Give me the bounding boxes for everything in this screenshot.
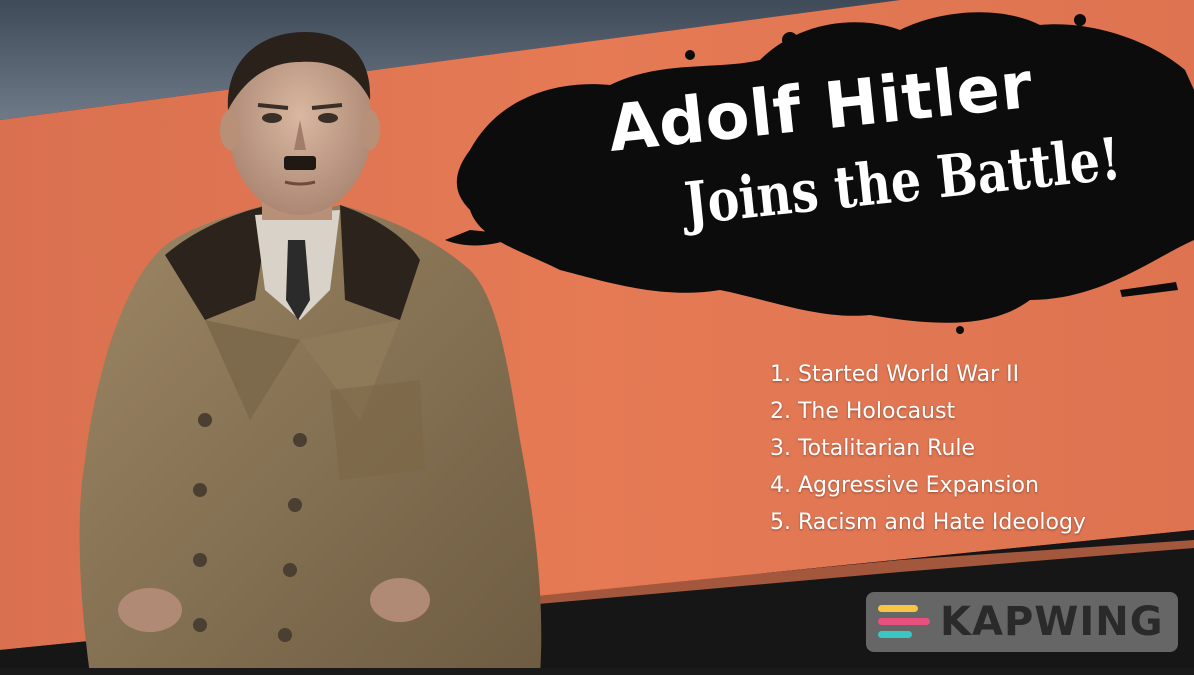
watermark-label: KAPWING: [940, 599, 1164, 645]
kapwing-logo-icon: [878, 605, 930, 638]
list-item: 1. Started World War II: [770, 362, 1020, 387]
list-item: 2. The Holocaust: [770, 399, 956, 424]
achievement-list: 1. Started World War II 2. The Holocaust…: [770, 356, 1086, 541]
kapwing-watermark[interactable]: KAPWING: [866, 592, 1178, 652]
list-item: 5. Racism and Hate Ideology: [770, 510, 1086, 535]
bottom-bar: [0, 668, 1194, 675]
list-item: 4. Aggressive Expansion: [770, 473, 1039, 498]
splash-screen: Adolf Hitler Joins the Battle! 1. Starte…: [0, 0, 1194, 675]
list-item: 3. Totalitarian Rule: [770, 436, 976, 461]
